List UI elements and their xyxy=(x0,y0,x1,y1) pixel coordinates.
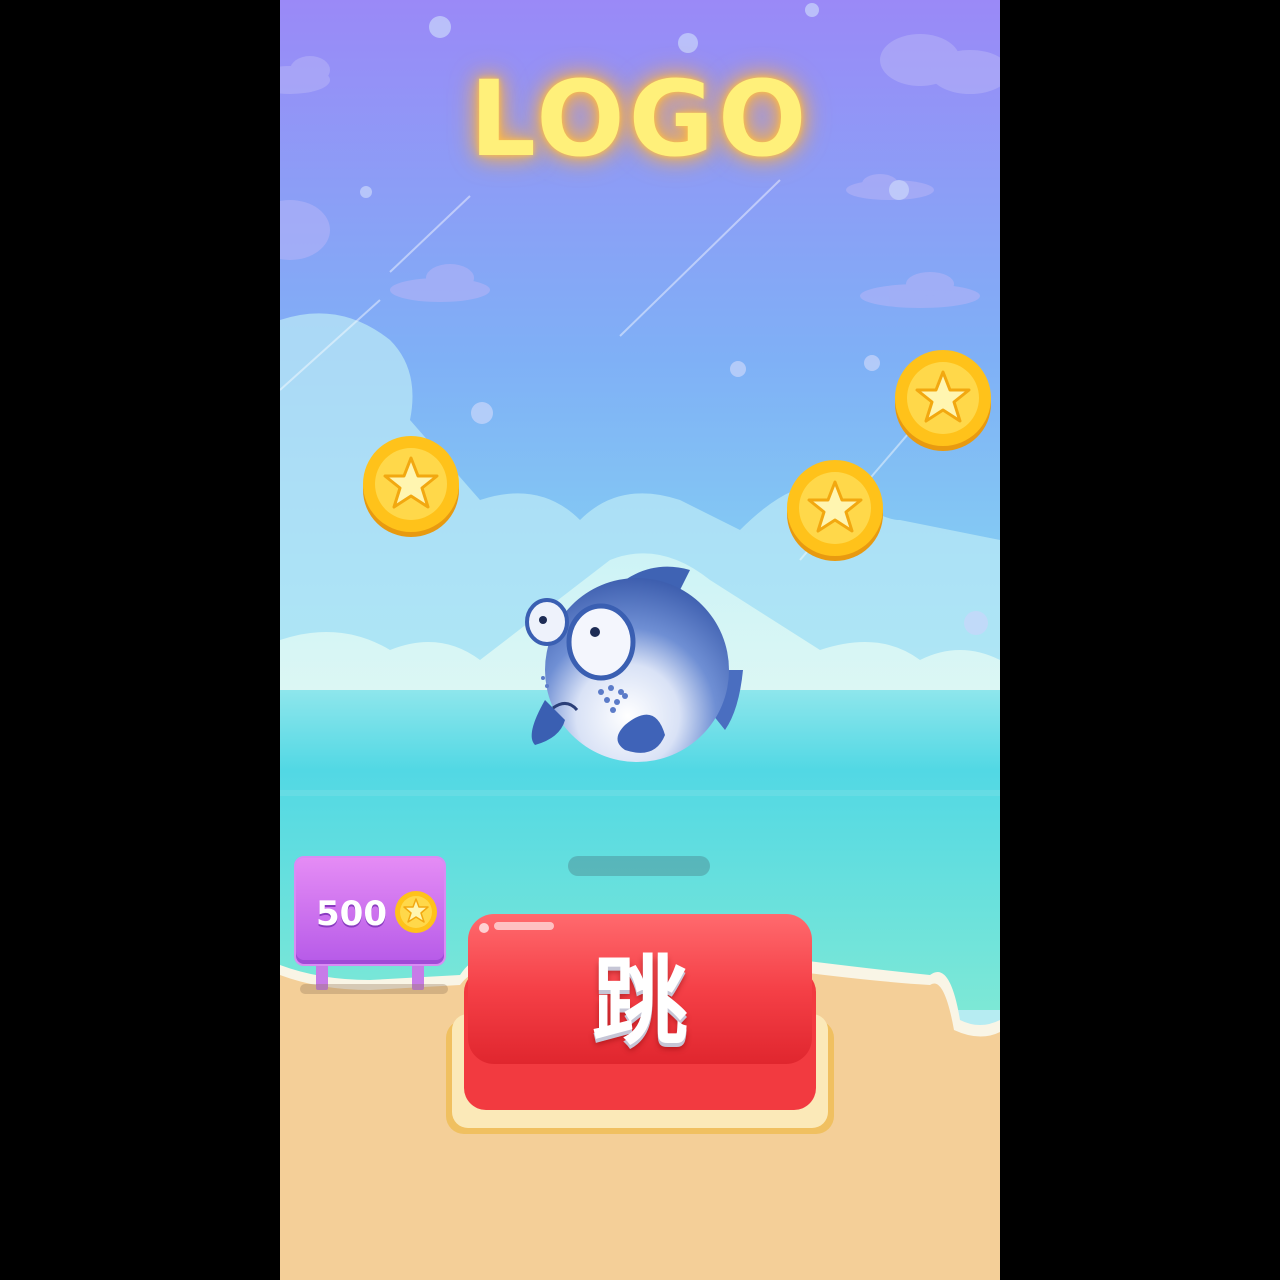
coin-balance-value: 500 xyxy=(316,894,387,934)
star-coin-icon xyxy=(363,436,459,537)
game-screen: LOGO 500 跳 xyxy=(280,0,1000,1280)
jump-button[interactable]: 跳 xyxy=(444,910,836,1140)
pufferfish-character xyxy=(525,566,743,762)
jump-button-label: 跳 xyxy=(592,946,688,1058)
star-coin-icon xyxy=(395,891,437,933)
star-coin-icon xyxy=(787,460,883,561)
game-logo: LOGO xyxy=(469,58,811,180)
fish-shadow xyxy=(568,856,710,876)
coin-balance-sign: 500 xyxy=(294,856,450,996)
sign-board: 500 xyxy=(294,856,446,966)
sign-shadow xyxy=(300,984,448,994)
star-coin-icon xyxy=(895,350,991,451)
